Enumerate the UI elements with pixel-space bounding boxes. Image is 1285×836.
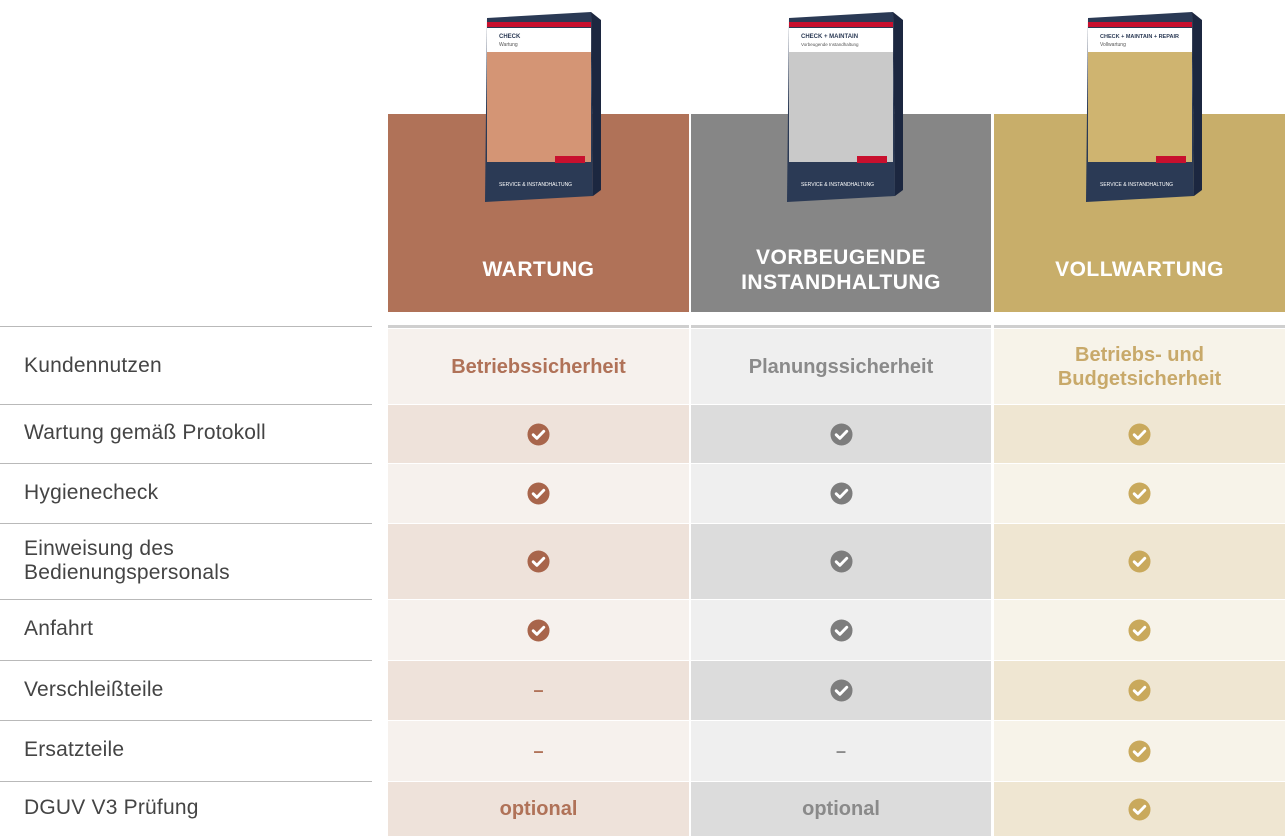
- plan-header-vollwartung: CHECK + MAINTAIN + REPAIR Vollwartung SE…: [994, 12, 1285, 312]
- row-divider: [0, 326, 372, 327]
- check-icon: [1128, 679, 1151, 702]
- plan-title: WARTUNG: [482, 258, 595, 282]
- svg-text:SERVICE & INSTANDHALTUNG: SERVICE & INSTANDHALTUNG: [499, 182, 572, 188]
- table-cell: Betriebssicherheit: [388, 329, 689, 404]
- table-cell: Betriebs- und Budgetsicherheit: [994, 329, 1285, 404]
- check-icon: [1128, 422, 1151, 446]
- column-top-border: [388, 325, 689, 328]
- table-cell: [994, 405, 1285, 463]
- check-icon: [527, 482, 550, 505]
- cell-text: Planungssicherheit: [748, 355, 934, 378]
- check-icon: [829, 550, 853, 573]
- plan-header-vorbeugende: CHECK + MAINTAIN Vorbeugende Instandhalt…: [691, 12, 991, 312]
- table-cell: [691, 661, 991, 720]
- cell-text: Betriebs- und Budgetsicherheit: [1057, 343, 1222, 390]
- product-box-image: CHECK + MAINTAIN Vorbeugende Instandhalt…: [787, 12, 903, 202]
- check-icon: [829, 679, 853, 702]
- table-cell: [691, 464, 991, 523]
- check-icon: [1128, 739, 1151, 763]
- row-label: Anfahrt: [24, 617, 94, 641]
- check-icon: [1128, 482, 1151, 505]
- svg-text:SERVICE & INSTANDHALTUNG: SERVICE & INSTANDHALTUNG: [1100, 182, 1173, 188]
- table-cell: [691, 600, 991, 660]
- table-cell: [388, 600, 689, 660]
- row-label: Wartung gemäß Protokoll: [24, 421, 266, 445]
- row-label: Ersatzteile: [24, 738, 125, 762]
- table-cell: –: [691, 721, 991, 781]
- table-cell: [994, 464, 1285, 523]
- table-cell: optional: [388, 782, 689, 836]
- check-icon: [829, 422, 853, 446]
- table-cell: [994, 600, 1285, 660]
- check-icon: [1128, 550, 1151, 573]
- svg-text:CHECK + MAINTAIN: CHECK + MAINTAIN: [801, 34, 858, 40]
- svg-text:CHECK + MAINTAIN + REPAIR: CHECK + MAINTAIN + REPAIR: [1100, 34, 1179, 40]
- column-top-border: [994, 325, 1285, 328]
- table-cell: [388, 464, 689, 523]
- table-cell: [388, 524, 689, 599]
- table-cell: –: [388, 661, 689, 720]
- plan-title: VOLLWARTUNG: [1055, 258, 1224, 282]
- row-label: DGUV V3 Prüfung: [24, 796, 199, 820]
- check-icon: [527, 550, 550, 573]
- row-label: Einweisung des Bedienungspersonals: [24, 536, 230, 584]
- product-box-image: CHECK Wartung SERVICE & INSTANDHALTUNG: [484, 12, 601, 202]
- table-cell: [994, 661, 1285, 720]
- dash-text: –: [533, 680, 544, 700]
- check-icon: [829, 618, 853, 642]
- dash-text: –: [835, 740, 846, 761]
- svg-text:CHECK: CHECK: [499, 34, 521, 40]
- check-icon: [1128, 797, 1151, 821]
- cell-text: Betriebssicherheit: [451, 355, 626, 378]
- table-cell: [691, 524, 991, 599]
- row-label: Kundennutzen: [24, 353, 162, 377]
- check-icon: [527, 422, 550, 446]
- svg-text:Vorbeugende Instandhaltung: Vorbeugende Instandhaltung: [801, 42, 859, 47]
- svg-text:SERVICE & INSTANDHALTUNG: SERVICE & INSTANDHALTUNG: [801, 182, 874, 188]
- check-icon: [527, 618, 550, 642]
- cell-text: optional: [802, 798, 880, 820]
- row-label: Hygienecheck: [24, 480, 159, 504]
- svg-text:Vollwartung: Vollwartung: [1100, 42, 1126, 48]
- check-icon: [829, 482, 853, 505]
- column-top-border: [691, 325, 991, 328]
- table-cell: [994, 782, 1285, 836]
- table-cell: [994, 524, 1285, 599]
- check-icon: [1128, 618, 1151, 642]
- plan-header-wartung: CHECK Wartung SERVICE & INSTANDHALTUNG W…: [388, 12, 689, 312]
- svg-text:Wartung: Wartung: [499, 42, 518, 48]
- table-cell: Planungssicherheit: [691, 329, 991, 404]
- table-cell: [994, 721, 1285, 781]
- plan-title: VORBEUGENDE INSTANDHALTUNG: [741, 245, 941, 294]
- row-label: Verschleißteile: [24, 677, 164, 701]
- cell-text: optional: [499, 798, 578, 820]
- table-cell: –: [388, 721, 689, 781]
- table-cell: [388, 405, 689, 463]
- dash-text: –: [533, 740, 544, 761]
- product-box-image: CHECK + MAINTAIN + REPAIR Vollwartung SE…: [1085, 12, 1202, 202]
- table-cell: optional: [691, 782, 991, 836]
- table-cell: [691, 405, 991, 463]
